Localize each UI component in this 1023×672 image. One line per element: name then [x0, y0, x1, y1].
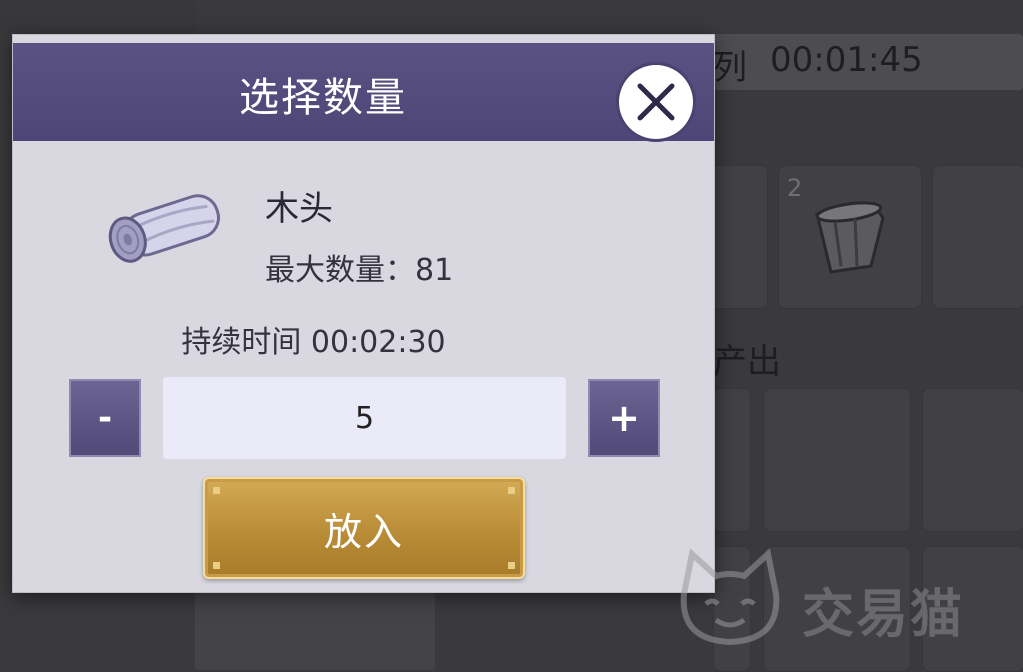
place-button-label: 放入: [323, 509, 404, 554]
dialog-title: 选择数量: [239, 75, 407, 121]
duration-label: 持续时间: [181, 325, 302, 360]
close-icon: [637, 83, 675, 121]
bg-queue-timer: 00:01:45: [770, 40, 923, 80]
increase-label: +: [608, 396, 640, 440]
item-name: 木头: [265, 189, 333, 229]
select-quantity-dialog: 选择数量 木头 最大数量：81 持续时间 00:02:30 - +: [12, 34, 715, 593]
corner-ornament: [213, 487, 220, 494]
watermark-text: 交易猫: [802, 585, 965, 645]
slot-count-badge: 2: [787, 174, 803, 202]
bg-slot[interactable]: 2: [778, 165, 922, 309]
decrease-button[interactable]: -: [69, 379, 141, 457]
max-quantity-row: 最大数量：81: [265, 245, 453, 289]
bg-slot[interactable]: [713, 388, 751, 532]
duration-row: 持续时间 00:02:30: [13, 317, 714, 361]
decrease-label: -: [97, 398, 113, 438]
quantity-input[interactable]: [163, 377, 566, 459]
increase-button[interactable]: +: [588, 379, 660, 457]
bg-slot[interactable]: [932, 165, 1023, 309]
corner-ornament: [508, 562, 515, 569]
bg-queue-label: 列: [713, 48, 747, 88]
bg-top-left-panel: [0, 0, 195, 34]
cat-icon: [680, 548, 780, 646]
log-icon: [108, 194, 220, 263]
bg-output-label: 产出: [713, 342, 781, 382]
dialog-header: 选择数量: [13, 43, 714, 141]
max-quantity-value: 81: [415, 253, 454, 288]
close-button[interactable]: [619, 65, 693, 139]
duration-value: 00:02:30: [310, 325, 446, 360]
corner-ornament: [508, 487, 515, 494]
max-quantity-label: 最大数量：: [265, 253, 415, 288]
bg-bottom-panel: [195, 591, 435, 670]
bg-slot[interactable]: [763, 388, 911, 532]
watermark: 交易猫: [670, 548, 1010, 648]
place-button[interactable]: 放入: [203, 477, 525, 579]
bg-slot[interactable]: [922, 388, 1023, 532]
corner-ornament: [213, 562, 220, 569]
